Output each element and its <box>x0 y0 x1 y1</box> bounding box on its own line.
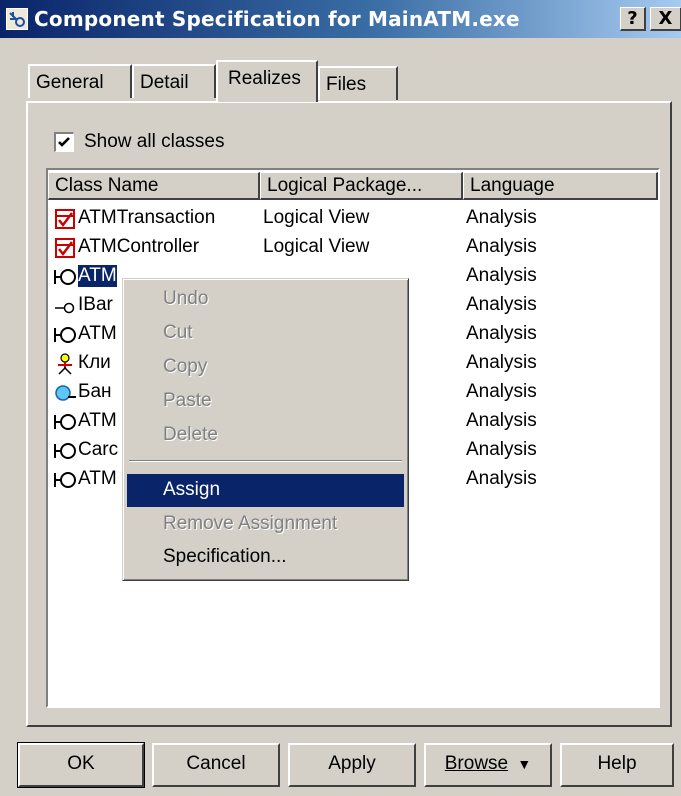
class-checked-icon <box>54 237 76 259</box>
interface-icon <box>54 295 76 317</box>
class-name: ATM <box>78 468 117 489</box>
context-menu: Undo Cut Copy Paste Delete Assign Remove… <box>122 278 409 581</box>
boundary-icon <box>54 411 76 433</box>
language: Analysis <box>466 381 537 402</box>
logical-package: Logical View <box>263 207 370 228</box>
window-title: Component Specification for MainATM.exe <box>34 7 520 31</box>
class-name: Carc <box>78 439 119 460</box>
tab-detail[interactable]: Detail <box>132 64 216 98</box>
tab-realizes[interactable]: Realizes <box>216 60 318 102</box>
app-icon <box>6 8 28 30</box>
apply-button[interactable]: Apply <box>288 743 416 787</box>
tab-files[interactable]: Files <box>318 66 398 100</box>
logical-package: Logical View <box>263 236 370 257</box>
language: Analysis <box>466 439 537 460</box>
entity-icon <box>54 382 76 404</box>
class-checked-icon <box>54 208 76 230</box>
language: Analysis <box>466 294 537 315</box>
language: Analysis <box>466 207 537 228</box>
class-name: ATM <box>78 323 117 344</box>
class-name: ATMController <box>78 236 200 257</box>
class-name: ATM <box>78 410 117 431</box>
help-button-bottom[interactable]: Help <box>560 743 674 787</box>
menu-item-assign[interactable]: Assign <box>127 474 404 507</box>
menu-item-delete[interactable]: Delete <box>127 419 404 452</box>
language: Analysis <box>466 410 537 431</box>
menu-item-specification[interactable]: Specification... <box>127 541 404 574</box>
show-all-checkbox[interactable] <box>54 132 74 152</box>
list-item[interactable]: ATMController Logical View Analysis <box>48 233 658 261</box>
class-name: Бан <box>78 381 112 402</box>
cancel-button[interactable]: Cancel <box>152 743 280 787</box>
dropdown-arrow-icon: ▼ <box>517 756 532 772</box>
menu-item-remove-assignment[interactable]: Remove Assignment <box>127 508 404 541</box>
menu-item-cut[interactable]: Cut <box>127 317 404 350</box>
class-name: ATMTransaction <box>78 207 216 228</box>
checkmark-icon <box>58 137 70 147</box>
ok-button[interactable]: OK <box>17 742 145 788</box>
actor-icon <box>54 353 76 375</box>
menu-separator <box>129 460 402 462</box>
help-button[interactable]: ? <box>620 7 646 31</box>
list-item[interactable]: ATMTransaction Logical View Analysis <box>48 204 658 232</box>
language: Analysis <box>466 323 537 344</box>
column-class-name[interactable]: Class Name <box>48 172 260 200</box>
column-logical-package[interactable]: Logical Package... <box>260 172 463 200</box>
browse-button[interactable]: Browse ▼ <box>424 743 552 787</box>
class-name: Кли <box>78 352 111 373</box>
menu-item-undo[interactable]: Undo <box>127 283 404 316</box>
class-name: ATM <box>78 265 117 287</box>
column-language[interactable]: Language <box>463 172 658 200</box>
title-bar[interactable]: Component Specification for MainATM.exe … <box>0 0 681 38</box>
show-all-label: Show all classes <box>84 131 225 152</box>
menu-item-copy[interactable]: Copy <box>127 351 404 384</box>
language: Analysis <box>466 352 537 373</box>
language: Analysis <box>466 265 537 286</box>
boundary-icon <box>54 266 76 288</box>
language: Analysis <box>466 236 537 257</box>
menu-item-paste[interactable]: Paste <box>127 385 404 418</box>
close-button[interactable]: X <box>650 7 681 31</box>
tab-general[interactable]: General <box>28 64 132 98</box>
browse-label: Browse <box>444 753 509 774</box>
boundary-icon <box>54 324 76 346</box>
boundary-icon <box>54 469 76 491</box>
class-name: IBar <box>78 294 113 315</box>
language: Analysis <box>466 468 537 489</box>
boundary-icon <box>54 440 76 462</box>
